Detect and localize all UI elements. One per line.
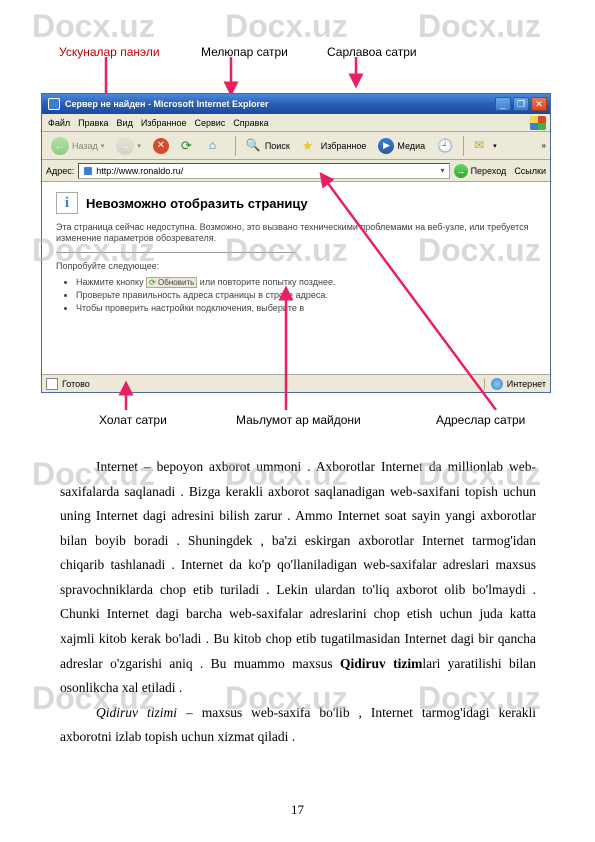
menu-help[interactable]: Справка xyxy=(233,118,268,128)
links-label[interactable]: Ссылки xyxy=(510,166,546,176)
toolbar: ← Назад ▾ → ▾ ✕ ⟳ ⌂ 🔍 Поиск xyxy=(42,132,550,160)
separator xyxy=(235,136,236,156)
chevron-down-icon: ▾ xyxy=(137,142,141,150)
media-button[interactable]: ▶ Медиа xyxy=(373,135,430,157)
content-area: i Невозможно отобразить страницу Эта стр… xyxy=(42,182,550,374)
try-following: Попробуйте следующее: xyxy=(56,261,536,272)
maximize-button[interactable]: ❐ xyxy=(513,97,529,111)
address-bar: Адрес: http://www.ronaldo.ru/ ▾ → Перехо… xyxy=(42,160,550,182)
back-icon: ← xyxy=(51,137,69,155)
go-icon: → xyxy=(454,164,468,178)
search-button[interactable]: 🔍 Поиск xyxy=(241,135,295,157)
error-paragraph: Эта страница сейчас недоступна. Возможно… xyxy=(56,222,536,244)
close-button[interactable]: ✕ xyxy=(531,97,547,111)
back-button[interactable]: ← Назад ▾ xyxy=(46,135,109,157)
watermark: Docx.uz xyxy=(32,8,155,45)
refresh-button[interactable]: ⟳ xyxy=(176,135,202,157)
label-title-bar: Сарлавоа сатри xyxy=(327,45,417,59)
divider xyxy=(56,252,296,253)
home-button[interactable]: ⌂ xyxy=(204,135,230,157)
watermark: Docx.uz xyxy=(418,8,541,45)
chevron-down-icon: ▾ xyxy=(101,142,105,150)
history-icon: 🕘 xyxy=(437,138,453,154)
error-bullet-1: Нажмите кнопку ⟳ Обновить или повторите … xyxy=(76,277,536,287)
address-label: Адрес: xyxy=(46,166,74,176)
refresh-inline-button: ⟳ Обновить xyxy=(146,277,197,288)
media-icon: ▶ xyxy=(378,138,394,154)
refresh-icon: ⟳ xyxy=(181,138,197,154)
page-icon xyxy=(83,166,93,176)
address-input[interactable]: http://www.ronaldo.ru/ ▾ xyxy=(78,163,449,179)
menu-edit[interactable]: Правка xyxy=(78,118,108,128)
browser-window: Сервер не найден - Microsoft Internet Ex… xyxy=(41,93,551,393)
forward-icon: → xyxy=(116,137,134,155)
minimize-button[interactable]: _ xyxy=(495,97,511,111)
error-heading: Невозможно отобразить страницу xyxy=(86,196,308,211)
body-text: Internet – bepoyon axborot ummoni . Axbo… xyxy=(60,455,536,750)
figure-browser-annotated: Ускуналар панэли Мелюпар сатри Сарлавоа … xyxy=(41,45,551,430)
error-bullet-2: Проверьте правильность адреса страницы в… xyxy=(76,290,536,300)
forward-button[interactable]: → ▾ xyxy=(111,135,146,157)
history-button[interactable]: 🕘 xyxy=(432,135,458,157)
stop-button[interactable]: ✕ xyxy=(148,135,174,157)
label-content-area: Маьлумот ар майдони xyxy=(236,413,361,427)
go-button[interactable]: → Переход xyxy=(454,164,507,178)
menubar: Файл Правка Вид Избранное Сервис Справка xyxy=(42,114,550,132)
label-tools-panel: Ускуналар панэли xyxy=(59,45,160,59)
address-url: http://www.ronaldo.ru/ xyxy=(96,166,183,176)
globe-icon xyxy=(491,378,503,390)
ie-icon xyxy=(48,98,60,110)
para2-italic: Qidiruv tizimi xyxy=(96,705,177,720)
windows-logo-icon xyxy=(530,116,546,130)
mail-icon: ✉ xyxy=(474,138,490,154)
window-title: Сервер не найден - Microsoft Internet Ex… xyxy=(65,99,269,109)
document-icon xyxy=(46,378,58,390)
label-menu-bar: Мелюпар сатри xyxy=(201,45,288,59)
error-bullet-3: Чтобы проверить настройки подключения, в… xyxy=(76,303,536,313)
para1-a: Internet – bepoyon axborot ummoni . Axbo… xyxy=(60,459,536,671)
toolbar-overflow[interactable]: » xyxy=(542,141,546,150)
star-icon: ★ xyxy=(302,138,318,154)
para1-bold: Qidiruv tizim xyxy=(340,656,422,671)
stop-icon: ✕ xyxy=(153,138,169,154)
search-icon: 🔍 xyxy=(246,138,262,154)
chevron-down-icon: ▾ xyxy=(493,142,497,150)
info-icon: i xyxy=(56,192,78,214)
menu-file[interactable]: Файл xyxy=(48,118,70,128)
mail-button[interactable]: ✉ ▾ xyxy=(469,135,502,157)
status-text: Готово xyxy=(62,379,90,389)
statusbar: Готово Интернет xyxy=(42,374,550,392)
titlebar: Сервер не найден - Microsoft Internet Ex… xyxy=(42,94,550,114)
chevron-down-icon[interactable]: ▾ xyxy=(441,166,445,175)
favorites-button[interactable]: ★ Избранное xyxy=(297,135,372,157)
status-zone: Интернет xyxy=(507,379,546,389)
menu-favorites[interactable]: Избранное xyxy=(141,118,187,128)
label-status-bar: Холат сатри xyxy=(99,413,167,427)
watermark: Docx.uz xyxy=(225,8,348,45)
menu-view[interactable]: Вид xyxy=(117,118,133,128)
menu-tools[interactable]: Сервис xyxy=(194,118,225,128)
separator xyxy=(463,136,464,156)
home-icon: ⌂ xyxy=(209,138,225,154)
error-suggestions: Нажмите кнопку ⟳ Обновить или повторите … xyxy=(56,277,536,313)
arrow-title-bar xyxy=(341,57,371,91)
page-number: 17 xyxy=(0,802,595,818)
label-address-bar: Адреслар сатри xyxy=(436,413,525,427)
